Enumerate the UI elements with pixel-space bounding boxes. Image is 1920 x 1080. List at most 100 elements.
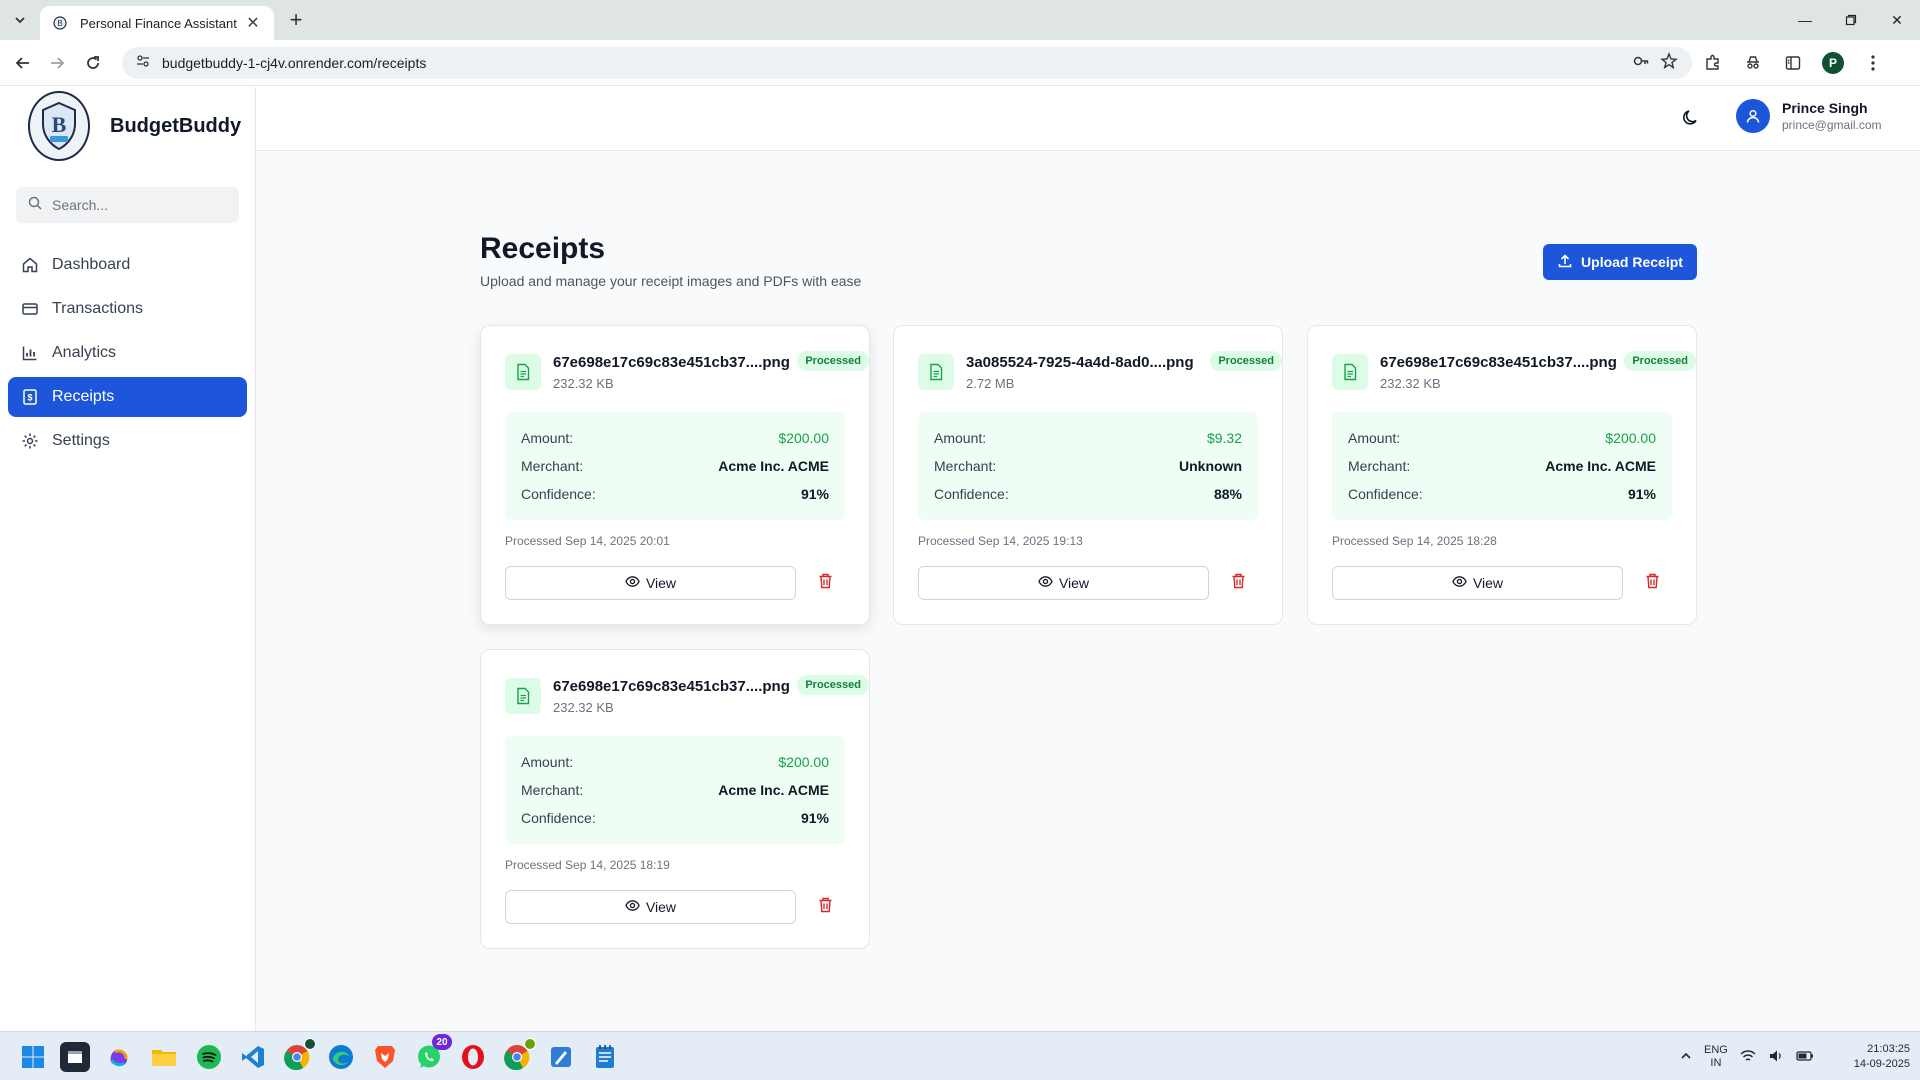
edge-icon[interactable] [326,1042,356,1072]
wifi-icon[interactable] [1740,1049,1756,1066]
sidebar-item-label: Dashboard [52,256,131,273]
status-badge: Processed [797,675,869,695]
start-icon[interactable] [18,1042,48,1072]
sidebar-nav: Dashboard Transactions Analytics $ Recei… [8,245,247,465]
upload-icon [1557,253,1573,272]
new-tab-button[interactable]: + [282,7,310,32]
side-panel-icon[interactable] [1780,50,1806,76]
reload-button[interactable] [80,50,106,76]
battery-icon[interactable] [1796,1050,1814,1065]
restore-button[interactable] [1828,0,1874,40]
svg-text:B: B [57,19,62,28]
sidebar-search[interactable] [16,187,239,223]
confidence-value: 91% [800,486,829,502]
file-explorer-icon[interactable] [149,1042,179,1072]
sidebar: B BudgetBuddy Dashboard [0,87,256,1031]
whatsapp-icon[interactable]: 20 [414,1034,452,1072]
search-input[interactable] [52,197,222,213]
receipt-filename: 67e698e17c69c83e451cb37....png [553,354,790,371]
document-icon [505,354,541,390]
incognito-icon[interactable] [1740,50,1766,76]
language-indicator[interactable]: ENG IN [1704,1044,1728,1070]
dark-mode-toggle[interactable] [1678,107,1704,133]
minimize-button[interactable]: — [1782,0,1828,40]
delete-button[interactable] [1226,571,1250,595]
view-button[interactable]: View [505,890,796,924]
trash-icon [818,573,833,594]
delete-button[interactable] [1640,571,1664,595]
sidebar-item-analytics[interactable]: Analytics [8,333,247,373]
receipt-filesize: 232.32 KB [1380,376,1441,391]
tab-close-icon[interactable]: ✕ [244,14,262,32]
spotify-icon[interactable] [194,1042,224,1072]
terminal-icon[interactable] [60,1042,90,1072]
receipt-details: Amount: $200.00 Merchant: Acme Inc. ACME C… [505,412,845,520]
delete-button[interactable] [813,571,837,595]
bookmark-star-icon[interactable] [1660,51,1678,75]
back-button[interactable] [10,50,36,76]
tab-title: Personal Finance Assistant [80,15,237,31]
address-bar[interactable]: budgetbuddy-1-cj4v.onrender.com/receipts [122,47,1692,79]
close-window-button[interactable]: ✕ [1874,0,1920,40]
receipt-filename: 67e698e17c69c83e451cb37....png [1380,354,1617,371]
opera-icon[interactable] [458,1042,488,1072]
delete-button[interactable] [813,895,837,919]
upload-receipt-label: Upload Receipt [1581,254,1683,270]
receipt-filename: 3a085524-7925-4a4d-8ad0....png [966,354,1194,371]
upload-receipt-button[interactable]: Upload Receipt [1543,244,1697,280]
volume-icon[interactable] [1768,1049,1784,1066]
view-button[interactable]: View [918,566,1209,600]
amount-value: $200.00 [1605,430,1656,446]
vscode-icon[interactable] [238,1042,268,1072]
windows-taskbar: 20 ENG IN 21:03:25 14-09-2025 [0,1031,1920,1080]
receipt-filesize: 232.32 KB [553,700,614,715]
page-title: Receipts [480,232,606,265]
user-menu[interactable]: Prince Singh prince@gmail.com [1736,99,1882,133]
merchant-value: Acme Inc. ACME [1545,458,1656,474]
lang-top: ENG [1704,1044,1728,1056]
url-text[interactable]: budgetbuddy-1-cj4v.onrender.com/receipts [162,55,426,71]
eye-icon [625,898,640,916]
tab-search-chevron-icon[interactable] [8,8,32,32]
clock[interactable]: 21:03:25 14-09-2025 [1850,1042,1910,1072]
view-button[interactable]: View [1332,566,1623,600]
document-icon [1332,354,1368,390]
site-info-icon[interactable] [136,54,150,73]
status-badge: Processed [797,351,869,371]
browser-menu-icon[interactable] [1860,50,1886,76]
password-key-icon[interactable] [1632,52,1650,75]
browser-tab-strip: B Personal Finance Assistant ✕ + — ✕ [0,0,1920,40]
sidebar-item-settings[interactable]: Settings [8,421,247,461]
eye-icon [1452,574,1467,592]
receipt-filesize: 232.32 KB [553,376,614,391]
chevron-up-icon[interactable] [1680,1050,1692,1065]
moon-icon [1681,108,1701,133]
sidebar-item-dashboard[interactable]: Dashboard [8,245,247,285]
profile-avatar[interactable]: P [1820,50,1846,76]
brave-icon[interactable] [370,1042,400,1072]
chrome-profile-icon[interactable] [502,1038,536,1072]
sidebar-item-transactions[interactable]: Transactions [8,289,247,329]
brand[interactable]: B BudgetBuddy [28,91,241,161]
receipt-details: Amount: $200.00 Merchant: Acme Inc. ACME C… [505,736,845,844]
lang-bottom: IN [1710,1057,1722,1069]
extensions-icon[interactable] [1700,50,1726,76]
copilot-icon[interactable] [104,1042,134,1072]
forward-button[interactable] [44,50,70,76]
paint-icon[interactable] [546,1042,576,1072]
document-icon [505,678,541,714]
merchant-value: Unknown [1179,458,1242,474]
view-button[interactable]: View [505,566,796,600]
page-subtitle: Upload and manage your receipt images an… [480,273,862,289]
view-label: View [1058,575,1090,591]
chrome-icon[interactable] [282,1038,316,1072]
notepad-icon[interactable] [590,1042,620,1072]
sidebar-item-label: Settings [52,432,110,449]
sidebar-item-receipts[interactable]: $ Receipts [8,377,247,417]
amount-value: $200.00 [778,430,829,446]
browser-tab[interactable]: B Personal Finance Assistant ✕ [40,6,274,40]
receipt-filename: 67e698e17c69c83e451cb37....png [553,678,790,695]
merchant-label: Merchant: [1348,458,1411,474]
user-name: Prince Singh [1782,100,1868,116]
view-label: View [645,899,677,915]
